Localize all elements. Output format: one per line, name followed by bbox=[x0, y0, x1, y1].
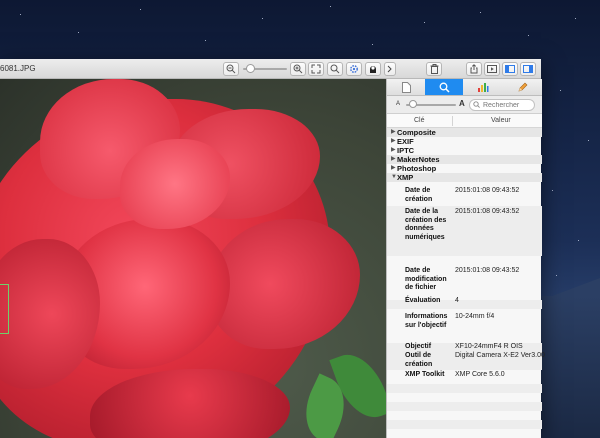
zoom-in-icon bbox=[293, 64, 303, 74]
toggle-inspector-button[interactable] bbox=[520, 62, 536, 76]
magnifier-icon bbox=[439, 82, 450, 93]
property-row[interactable]: Date de la création des données numériqu… bbox=[387, 206, 542, 256]
more-toolbar-button[interactable] bbox=[384, 62, 396, 76]
text-size-small-label: A bbox=[396, 101, 401, 107]
face-detect-icon bbox=[370, 66, 376, 73]
zoom-out-button[interactable] bbox=[223, 62, 239, 76]
column-value[interactable]: Valeur bbox=[491, 117, 511, 124]
zoom-in-button[interactable] bbox=[290, 62, 306, 76]
inspector-panel: A A Clé Valeur ▶Composite ▶EXIF ▶IPTC ▶M… bbox=[386, 79, 545, 438]
empty-row bbox=[387, 402, 542, 411]
empty-row bbox=[387, 256, 542, 265]
file-icon bbox=[401, 81, 411, 93]
group-makernotes[interactable]: ▶ MakerNotes bbox=[387, 155, 542, 164]
tab-general[interactable] bbox=[387, 79, 425, 95]
window-toolbar: 6081.JPG bbox=[0, 59, 541, 79]
group-exif[interactable]: ▶ EXIF bbox=[387, 137, 542, 146]
fit-to-window-button[interactable] bbox=[308, 62, 324, 76]
property-row[interactable]: XMP Toolkit XMP Core 5.6.0 bbox=[387, 370, 542, 380]
column-key[interactable]: Clé bbox=[414, 117, 425, 124]
empty-row bbox=[387, 393, 542, 402]
chart-icon bbox=[478, 82, 489, 92]
play-icon bbox=[487, 65, 497, 73]
sidebar-right-icon bbox=[523, 65, 533, 73]
search-icon bbox=[473, 101, 480, 108]
toggle-sidebar-left-button[interactable] bbox=[502, 62, 518, 76]
zoom-reset-icon bbox=[330, 64, 340, 74]
inspector-tabs bbox=[387, 79, 542, 96]
group-composite[interactable]: ▶ Composite bbox=[387, 128, 542, 137]
expand-arrows-icon bbox=[311, 64, 321, 74]
share-button[interactable] bbox=[466, 62, 482, 76]
slideshow-button[interactable] bbox=[484, 62, 500, 76]
empty-row bbox=[387, 429, 542, 438]
sidebar-left-icon bbox=[505, 65, 515, 73]
group-photoshop[interactable]: ▶ Photoshop bbox=[387, 164, 542, 173]
text-size-slider-knob[interactable] bbox=[409, 100, 417, 108]
window-title: 6081.JPG bbox=[0, 64, 36, 73]
property-row[interactable]: Informations sur l'objectif 10-24mm f/4 bbox=[387, 313, 542, 343]
zoom-slider[interactable] bbox=[241, 62, 289, 76]
pencil-icon bbox=[518, 82, 527, 91]
tab-annotate[interactable] bbox=[503, 79, 541, 95]
image-canvas[interactable] bbox=[0, 79, 386, 438]
metadata-tree: ▶ Composite ▶ EXIF ▶ IPTC ▶ MakerNotes ▶ Phot… bbox=[387, 128, 542, 182]
property-row[interactable]: Outil de création Digital Camera X-E2 Ve… bbox=[387, 352, 545, 370]
selection-rectangle[interactable] bbox=[0, 284, 9, 334]
column-header: Clé Valeur bbox=[387, 114, 542, 128]
viewer-window: 6081.JPG A A Rechercher Clé Valeur ▶ Com… bbox=[0, 59, 545, 438]
color-profile-button[interactable] bbox=[346, 62, 362, 76]
zoom-out-icon bbox=[226, 64, 236, 74]
tab-histogram[interactable] bbox=[464, 79, 502, 95]
property-row[interactable]: Évaluation 4 bbox=[387, 291, 542, 313]
flower-petal bbox=[210, 219, 360, 349]
empty-row bbox=[387, 384, 542, 393]
group-iptc[interactable]: ▶ IPTC bbox=[387, 146, 542, 155]
mountain-base bbox=[536, 296, 600, 438]
gear-icon bbox=[350, 65, 358, 73]
share-icon bbox=[470, 64, 478, 74]
group-xmp[interactable]: ▼ XMP bbox=[387, 173, 542, 182]
text-size-large-label: A bbox=[459, 99, 465, 108]
property-row[interactable]: Date de création 2015:01:08 09:43:52 bbox=[387, 185, 542, 206]
trash-icon bbox=[430, 64, 438, 74]
zoom-actual-size-button[interactable] bbox=[327, 62, 343, 76]
chevron-right-icon bbox=[387, 65, 392, 73]
property-row[interactable]: Objectif XF10-24mmF4 R OIS bbox=[387, 342, 542, 352]
search-row: A A bbox=[387, 96, 542, 114]
rotate-button[interactable] bbox=[365, 62, 381, 76]
tab-metadata[interactable] bbox=[425, 79, 463, 95]
delete-button[interactable] bbox=[426, 62, 442, 76]
empty-row bbox=[387, 411, 542, 420]
empty-row bbox=[387, 420, 542, 429]
